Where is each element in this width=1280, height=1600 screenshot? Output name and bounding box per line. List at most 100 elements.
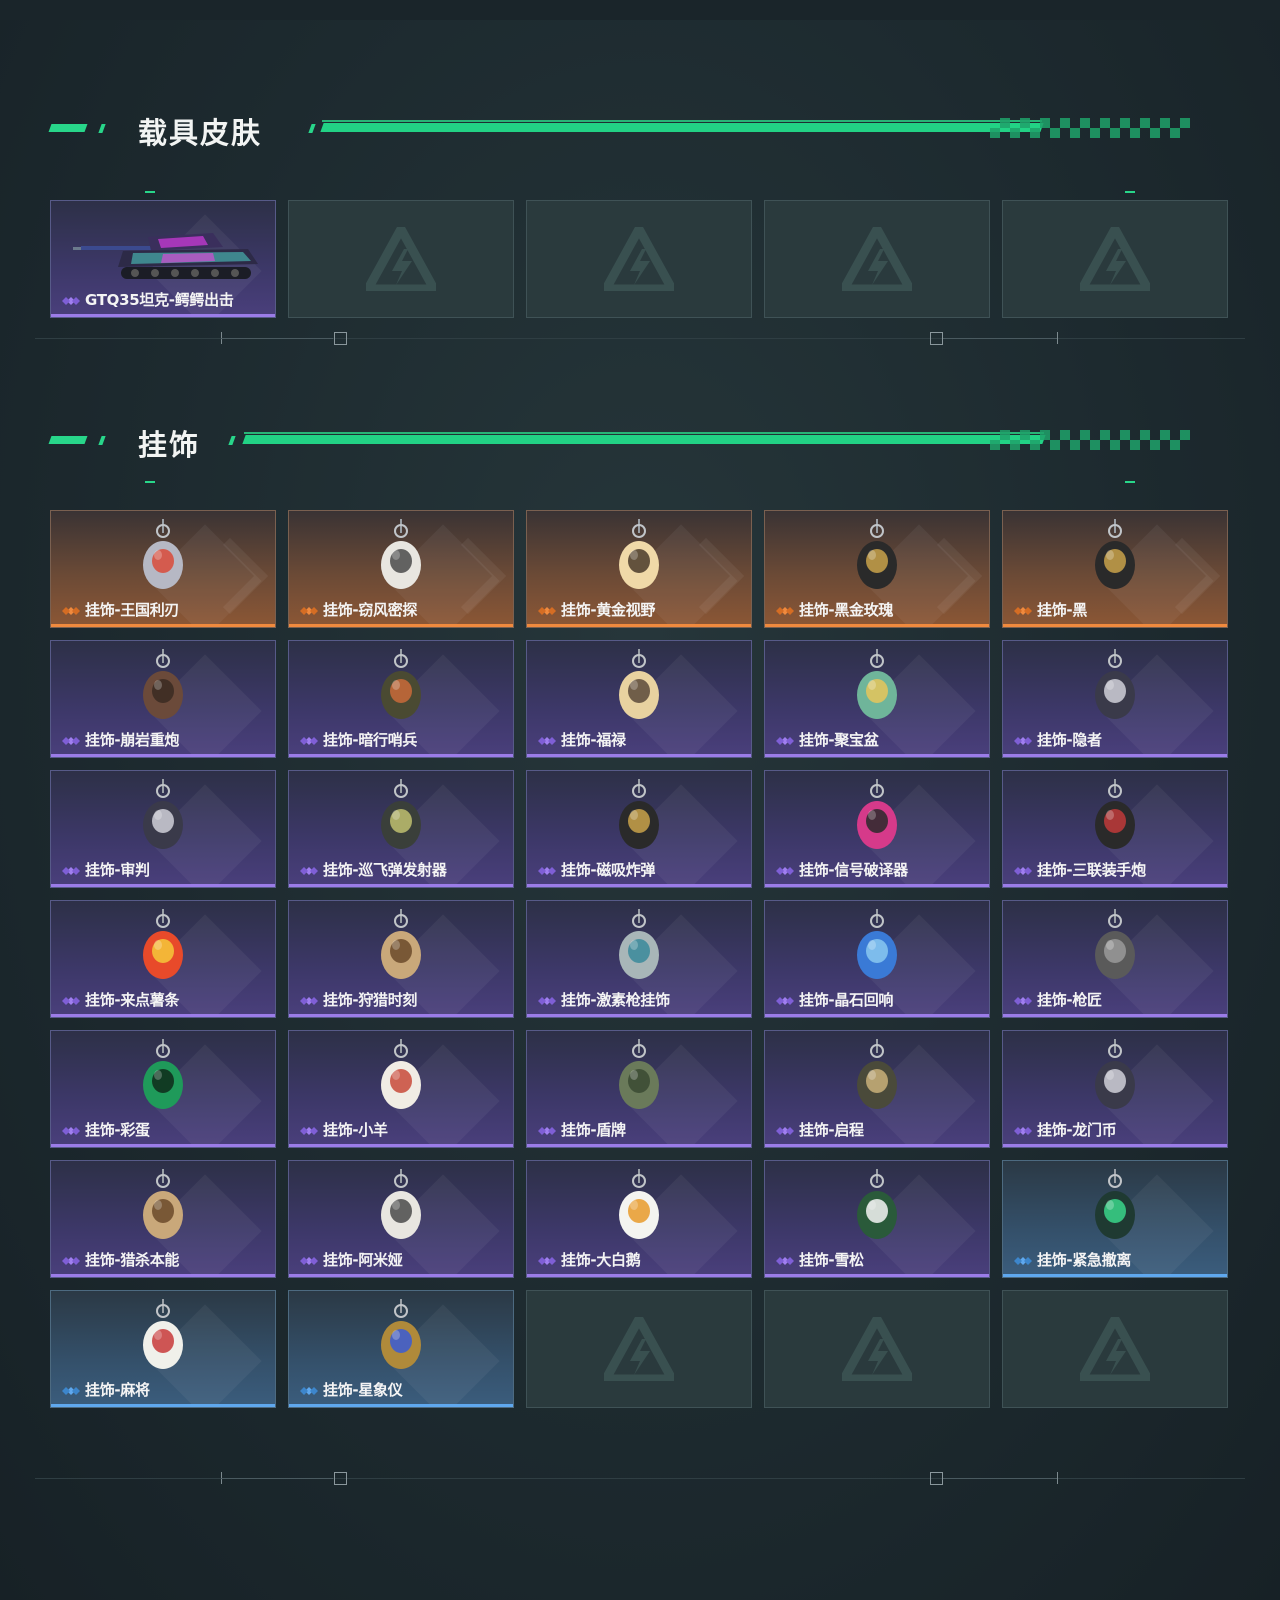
rarity-diamond-icon <box>299 603 319 619</box>
ruler-box <box>930 1472 943 1485</box>
fries-charm-image <box>118 907 208 989</box>
rarity-diamond-icon <box>1013 863 1033 879</box>
charm-card[interactable]: 挂饰-龙门币 <box>1002 1030 1228 1148</box>
header-line <box>320 123 1044 132</box>
rarity-bar <box>1003 1014 1227 1017</box>
charm-card[interactable]: 挂饰-窃风密探 <box>288 510 514 628</box>
card-label: 挂饰-巡飞弹发射器 <box>323 861 447 879</box>
charm-card[interactable]: 挂饰-黑 <box>1002 510 1228 628</box>
hermit-card-charm-image <box>1070 647 1160 729</box>
charm-card[interactable]: 挂饰-启程 <box>764 1030 990 1148</box>
card-label: 挂饰-王国利刃 <box>85 601 180 619</box>
charm-card[interactable]: 挂饰-彩蛋 <box>50 1030 276 1148</box>
charm-card[interactable]: 挂饰-崩岩重炮 <box>50 640 276 758</box>
section-title: 载具皮肤 <box>138 116 263 150</box>
charm-card[interactable]: 挂饰-三联装手炮 <box>1002 770 1228 888</box>
charm-card[interactable]: 挂饰-小羊 <box>288 1030 514 1148</box>
mahjong-charm-image <box>118 1297 208 1379</box>
rarity-diamond-icon <box>775 863 795 879</box>
rarity-bar <box>289 754 513 757</box>
charm-card[interactable]: 挂饰-晶石回响 <box>764 900 990 1018</box>
rarity-bar <box>1003 1274 1227 1277</box>
rarity-bar <box>765 754 989 757</box>
charm-card[interactable]: 挂饰-王国利刃 <box>50 510 276 628</box>
charm-card[interactable]: 挂饰-隐者 <box>1002 640 1228 758</box>
rarity-bar <box>1003 1144 1227 1147</box>
empty-slot <box>526 1290 752 1408</box>
charm-card[interactable]: 挂饰-阿米娅 <box>288 1160 514 1278</box>
rarity-bar <box>527 884 751 887</box>
charm-card[interactable]: 挂饰-暗行哨兵 <box>288 640 514 758</box>
empty-slot <box>526 200 752 318</box>
charm-card[interactable]: 挂饰-紧急撤离 <box>1002 1160 1228 1278</box>
gourd-charm-image <box>594 647 684 729</box>
card-label: 挂饰-星象仪 <box>323 1381 403 1399</box>
charm-card[interactable]: 挂饰-盾牌 <box>526 1030 752 1148</box>
header-accent <box>98 436 106 445</box>
charm-card[interactable]: 挂饰-黑金玫瑰 <box>764 510 990 628</box>
charm-card[interactable]: 挂饰-狩猎时刻 <box>288 900 514 1018</box>
header-thin-line <box>244 432 1044 434</box>
charm-card[interactable]: 挂饰-星象仪 <box>288 1290 514 1408</box>
rarity-diamond-icon <box>61 1383 81 1399</box>
ruler-line <box>35 338 1245 339</box>
charm-card[interactable]: 挂饰-审判 <box>50 770 276 888</box>
charm-card[interactable]: 挂饰-来点薯条 <box>50 900 276 1018</box>
card-label: 挂饰-激素枪挂饰 <box>561 991 670 1009</box>
card-label: 挂饰-磁吸炸弹 <box>561 861 656 879</box>
antlers-charm-image <box>356 907 446 989</box>
rarity-bar <box>1003 624 1227 627</box>
ruler-line <box>943 338 1057 339</box>
rarity-bar <box>765 884 989 887</box>
card-label: 挂饰-来点薯条 <box>85 991 180 1009</box>
game-logo-icon <box>836 219 918 294</box>
empty-slot <box>1002 1290 1228 1408</box>
charm-card[interactable]: 挂饰-大白鹅 <box>526 1160 752 1278</box>
vehicle-skin-card[interactable]: GTQ35坦克-鳄鳄出击 <box>50 200 276 318</box>
rarity-diamond-icon <box>61 293 81 309</box>
antlers-charm-image <box>118 1167 208 1249</box>
tank-skin-image <box>63 219 263 289</box>
rarity-diamond-icon <box>61 1253 81 1269</box>
rarity-bar <box>289 1274 513 1277</box>
charm-card[interactable]: 挂饰-猎杀本能 <box>50 1160 276 1278</box>
rarity-bar <box>1003 884 1227 887</box>
charm-card[interactable]: 挂饰-枪匠 <box>1002 900 1228 1018</box>
header-checker-pattern <box>990 430 1190 450</box>
charm-card[interactable]: 挂饰-激素枪挂饰 <box>526 900 752 1018</box>
card-label: GTQ35坦克-鳄鳄出击 <box>85 291 234 309</box>
rarity-diamond-icon <box>61 733 81 749</box>
rarity-bar <box>527 1014 751 1017</box>
compass-charm-image <box>832 1037 922 1119</box>
charm-card[interactable]: 挂饰-福禄 <box>526 640 752 758</box>
charm-card[interactable]: 挂饰-信号破译器 <box>764 770 990 888</box>
game-logo-icon <box>1074 219 1156 294</box>
corner-tick <box>145 481 155 483</box>
charm-card[interactable]: 挂饰-麻将 <box>50 1290 276 1408</box>
card-label: 挂饰-麻将 <box>85 1381 150 1399</box>
header-thin-line <box>322 120 1042 122</box>
shield-charm-image <box>594 1037 684 1119</box>
goose-charm-image <box>594 1167 684 1249</box>
rarity-bar <box>765 1144 989 1147</box>
game-logo-icon <box>836 1309 918 1384</box>
header-checker-pattern <box>990 118 1190 138</box>
charm-card[interactable]: 挂饰-黄金视野 <box>526 510 752 628</box>
knight-charm-image <box>118 517 208 599</box>
corner-tick <box>145 191 155 193</box>
charm-card[interactable]: 挂饰-聚宝盆 <box>764 640 990 758</box>
lamb-charm-image <box>356 1037 446 1119</box>
header-accent <box>308 124 316 133</box>
easter-egg-charm-image <box>118 1037 208 1119</box>
rarity-diamond-icon <box>61 863 81 879</box>
charm-card[interactable]: 挂饰-巡飞弹发射器 <box>288 770 514 888</box>
soldier-charm-image <box>356 647 446 729</box>
rarity-bar <box>289 1014 513 1017</box>
snow-pine-charm-image <box>832 1167 922 1249</box>
bear-charm-image <box>118 647 208 729</box>
charm-card[interactable]: 挂饰-雪松 <box>764 1160 990 1278</box>
rarity-diamond-icon <box>537 863 557 879</box>
charm-card[interactable]: 挂饰-磁吸炸弹 <box>526 770 752 888</box>
empty-slot <box>1002 200 1228 318</box>
crystal-charm-image <box>832 907 922 989</box>
